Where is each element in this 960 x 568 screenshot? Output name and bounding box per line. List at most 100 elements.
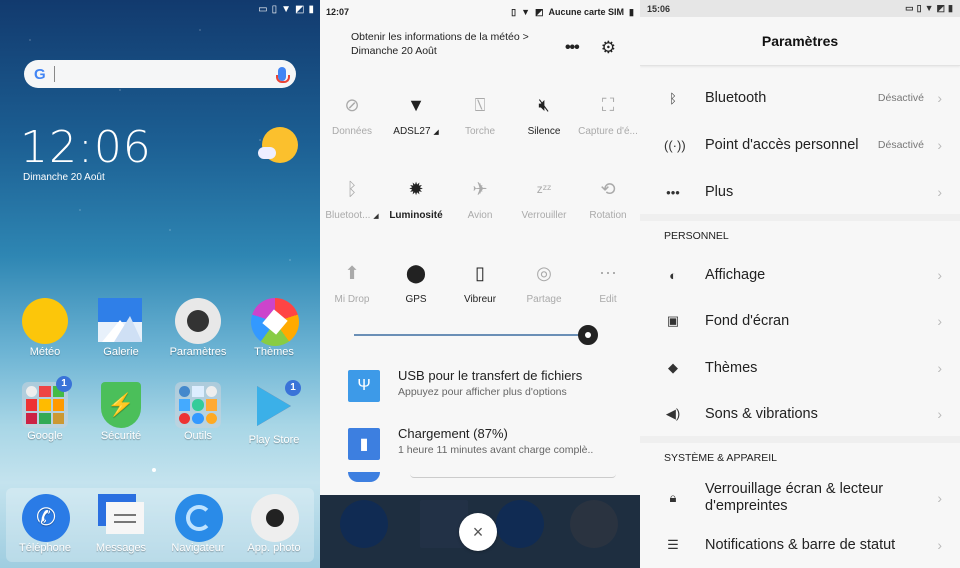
dock-camera[interactable]: App. photo <box>242 494 306 554</box>
settings-item-bluetooth[interactable]: ᛒ Bluetooth Désactivé › <box>640 83 960 113</box>
tile-bluetooth[interactable]: ᛒ Bluetoot... ◢ <box>320 174 384 258</box>
dock-messages[interactable]: Messages <box>89 494 153 554</box>
google-search-bar[interactable]: G <box>24 60 296 88</box>
battery-charging-icon: ▮ <box>348 428 380 460</box>
notification-badge: 1 <box>56 376 72 392</box>
tile-label: Silence <box>527 126 561 137</box>
carrier-label: Aucune carte SIM <box>548 7 625 17</box>
settings-item-sounds[interactable]: ◀) Sons & vibrations › <box>640 399 960 429</box>
settings-item-value: Désactivé <box>877 139 924 151</box>
notification-charging[interactable]: ▮ Chargement (87%) 1 heure 11 minutes av… <box>348 426 628 472</box>
tile-lock[interactable]: zᶻᶻ Verrouiller <box>512 174 576 258</box>
vibrate-icon: ▯ <box>475 262 485 283</box>
vibrate-icon: ▯ <box>511 6 517 17</box>
tile-flashlight[interactable]: ⍂ Torche <box>448 90 512 174</box>
tile-rotation[interactable]: ⟲ Rotation <box>576 174 640 258</box>
sleep-icon: zᶻᶻ <box>536 182 552 196</box>
expand-caret-icon[interactable]: ◢ <box>373 213 378 220</box>
app-security[interactable]: ⚡ Sécurité <box>89 382 153 442</box>
settings-item-hotspot[interactable]: ((·)) Point d'accès personnel Désactivé … <box>640 130 960 160</box>
tile-wifi[interactable]: ▼ ADSL27 ◢ <box>384 90 448 174</box>
notification-shade: 12:07 ▯ ▼ ◩ Aucune carte SIM ▮ Obtenir l… <box>320 0 640 568</box>
settings-item-label: Notifications & barre de statut <box>705 536 896 553</box>
hotspot-icon: ((·)) <box>664 137 686 153</box>
status-bar: 15:06 ▭ ▯ ▼ ◩ ▮ <box>640 0 960 17</box>
browser-icon <box>175 494 223 542</box>
slider-track[interactable] <box>354 334 587 336</box>
tile-mobile-data[interactable]: ⊘ Données <box>320 90 384 174</box>
settings-item-display[interactable]: ◐ Affichage › <box>640 260 960 290</box>
notification-subtitle: 1 heure 11 minutes avant charge complè.. <box>398 444 594 456</box>
brightness-thumb-icon[interactable] <box>578 325 599 345</box>
tile-silent[interactable]: 🔇︎ Silence <box>512 90 576 174</box>
app-label: Outils <box>183 430 213 442</box>
app-label: Sécurité <box>100 430 142 442</box>
edit-icon: ⋯ <box>599 262 617 283</box>
auto-brightness-icon: ✹ <box>408 178 424 199</box>
dock-phone[interactable]: ✆ Téléphone <box>13 494 77 554</box>
vibrate-icon: ▯ <box>271 4 278 15</box>
more-icon[interactable]: ••• <box>565 39 580 57</box>
folder-icon: 1 <box>22 376 72 428</box>
tile-airplane[interactable]: ✈ Avion <box>448 174 512 258</box>
gear-icon[interactable]: ⚙ <box>601 38 616 58</box>
clock-widget[interactable]: 12:06 <box>20 122 152 173</box>
home-screen: ▭ ▯ ▼ ◩ ▮ G 12:06 Dimanche 20 Août Météo… <box>0 0 320 568</box>
tile-label: Avion <box>467 210 493 221</box>
notification-title: USB pour le transfert de fichiers <box>398 368 583 383</box>
settings-item-label: Fond d'écran <box>705 312 790 329</box>
notification-title: Chargement (87%) <box>398 426 508 441</box>
weather-link[interactable]: Obtenir les informations de la météo > <box>351 30 529 44</box>
tile-label: Verrouiller <box>521 210 567 221</box>
gallery-icon <box>98 298 144 344</box>
page-indicator <box>152 468 156 472</box>
close-shade-button[interactable]: × <box>459 513 497 551</box>
app-label: App. photo <box>247 542 301 554</box>
app-play-store[interactable]: 1 Play Store <box>242 380 306 446</box>
section-header-personal: PERSONNEL <box>664 230 729 242</box>
chevron-right-icon: › <box>937 313 942 329</box>
themes-icon: ◆ <box>668 360 678 375</box>
more-icon: ••• <box>666 184 680 200</box>
folder-tools[interactable]: Outils <box>166 382 230 442</box>
settings-item-themes[interactable]: ◆ Thèmes › <box>640 353 960 383</box>
usb-icon: Ψ <box>348 370 380 402</box>
app-settings[interactable]: Paramètres <box>166 298 230 358</box>
page-title: Paramètres <box>640 17 960 66</box>
settings-item-notifications[interactable]: ☰ Notifications & barre de statut › <box>640 530 960 560</box>
screenshot-icon: ⛶ <box>601 94 615 115</box>
weather-icon <box>22 298 68 344</box>
settings-item-wallpaper[interactable]: ▣ Fond d'écran › <box>640 306 960 336</box>
notification-usb[interactable]: Ψ USB pour le transfert de fichiers Appu… <box>348 368 628 414</box>
display-icon: ◐ <box>669 267 677 283</box>
tile-brightness[interactable]: ✹ Luminosité <box>384 174 448 258</box>
app-label: Navigateur <box>171 542 225 554</box>
weather-info[interactable]: Obtenir les informations de la météo > D… <box>351 30 529 58</box>
app-weather[interactable]: Météo <box>13 298 77 358</box>
tile-label: Rotation <box>589 210 627 221</box>
brightness-slider[interactable] <box>354 325 620 345</box>
chevron-right-icon: › <box>937 137 942 153</box>
search-input[interactable] <box>54 60 278 88</box>
settings-item-more[interactable]: ••• Plus › <box>640 177 960 207</box>
lock-icon: 🔒︎ <box>669 490 677 505</box>
battery-saver-icon: ▭ <box>258 4 268 15</box>
battery-icon: ▮ <box>948 3 953 13</box>
camera-icon <box>251 494 299 542</box>
expand-caret-icon[interactable]: ◢ <box>433 129 438 136</box>
weather-widget-icon[interactable] <box>258 127 298 165</box>
folder-google[interactable]: 1 Google <box>13 376 77 442</box>
partial-notification-icon <box>348 472 380 482</box>
notification-subtitle: Appuyez pour afficher plus d'options <box>398 386 567 398</box>
notifications-icon: ☰ <box>667 537 679 552</box>
app-themes[interactable]: Thèmes <box>242 298 306 358</box>
section-divider <box>640 436 960 443</box>
app-label: Paramètres <box>169 346 227 358</box>
mic-icon[interactable] <box>276 67 290 83</box>
settings-item-lockscreen[interactable]: 🔒︎ Verrouillage écran & lecteur d'emprei… <box>640 480 960 516</box>
settings-item-label: Bluetooth <box>705 89 767 106</box>
app-gallery[interactable]: Galerie <box>89 298 153 358</box>
dock-browser[interactable]: Navigateur <box>166 494 230 554</box>
tile-screenshot[interactable]: ⛶ Capture d'é... <box>576 90 640 174</box>
wifi-icon: ▼ <box>407 94 425 115</box>
